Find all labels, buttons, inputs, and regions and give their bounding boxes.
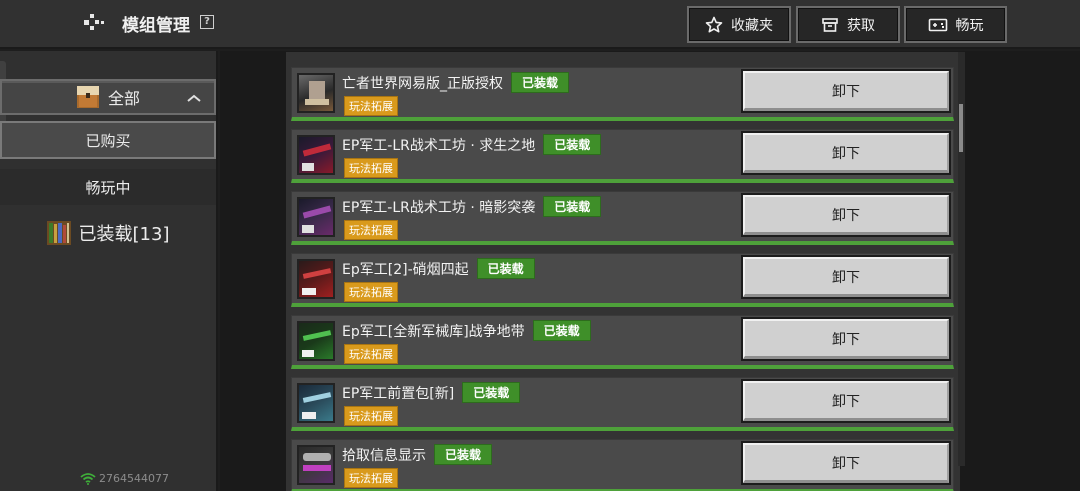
- mod-name: 拾取信息显示: [342, 448, 426, 464]
- sidebar-item-installed[interactable]: 已装载[13]: [0, 216, 216, 250]
- unload-button[interactable]: 卸下: [741, 441, 951, 485]
- scrollbar-thumb[interactable]: [959, 104, 963, 152]
- chest-icon: [76, 86, 99, 108]
- mod-name: Ep军工[2]-硝烟四起: [342, 262, 469, 278]
- wifi-icon: [80, 472, 96, 485]
- mod-card: Ep军工[全新军械库]战争地带 已装载 玩法拓展 卸下: [291, 315, 954, 369]
- unload-button-label: 卸下: [743, 257, 949, 297]
- mod-thumbnail: [297, 259, 335, 299]
- sidebar-item-bought-label: 已购买: [85, 131, 131, 150]
- unload-button[interactable]: 卸下: [741, 69, 951, 113]
- user-id-text: 2764544077: [99, 472, 169, 485]
- unload-button-label: 卸下: [743, 71, 949, 111]
- mod-card: EP军工-LR战术工坊 · 暗影突袭 已装载 玩法拓展 卸下: [291, 191, 954, 245]
- installed-badge: 已装载: [511, 72, 570, 93]
- box-icon: [822, 17, 838, 32]
- sidebar-item-installed-label: 已装载[13]: [78, 224, 170, 245]
- unload-button-label: 卸下: [743, 195, 949, 235]
- unload-button[interactable]: 卸下: [741, 131, 951, 175]
- mod-name: Ep军工[全新军械库]战争地带: [342, 324, 525, 340]
- mod-card: Ep军工[2]-硝烟四起 已装载 玩法拓展 卸下: [291, 253, 954, 307]
- unload-button[interactable]: 卸下: [741, 379, 951, 423]
- unload-button[interactable]: 卸下: [741, 255, 951, 299]
- mod-thumbnail: [297, 73, 335, 113]
- installed-badge: 已装载: [532, 320, 591, 341]
- unload-button-label: 卸下: [743, 319, 949, 359]
- category-tag: 玩法拓展: [344, 468, 398, 488]
- star-icon: [705, 16, 723, 32]
- mod-card: 亡者世界网易版_正版授权 已装载 玩法拓展 卸下: [291, 67, 954, 121]
- unload-button-label: 卸下: [743, 443, 949, 483]
- installed-badge: 已装载: [476, 258, 535, 279]
- mod-card: EP军工前置包[新] 已装载 玩法拓展 卸下: [291, 377, 954, 431]
- sidebar-item-playing[interactable]: 畅玩中: [0, 169, 216, 205]
- category-tag: 玩法拓展: [344, 220, 398, 240]
- sidebar: 全部 已购买 畅玩中 已装载[13] 2764544077: [0, 51, 218, 491]
- sidebar-item-bought[interactable]: 已购买: [0, 121, 216, 159]
- play-button[interactable]: 畅玩: [904, 6, 1007, 43]
- sidebar-item-playing-label: 畅玩中: [85, 178, 131, 197]
- page-title: 模组管理: [122, 16, 190, 36]
- category-tag: 玩法拓展: [344, 406, 398, 426]
- sidebar-item-all-label: 全部: [107, 89, 140, 108]
- category-tag: 玩法拓展: [344, 344, 398, 364]
- unload-button[interactable]: 卸下: [741, 317, 951, 361]
- user-id: 2764544077: [80, 472, 169, 485]
- category-tag: 玩法拓展: [344, 96, 398, 116]
- mod-name: 亡者世界网易版_正版授权: [342, 76, 503, 92]
- top-bar: 模组管理 ? 收藏夹 获取 畅玩: [0, 0, 1080, 49]
- unload-button-label: 卸下: [743, 381, 949, 421]
- mod-card: EP军工-LR战术工坊 · 求生之地 已装载 玩法拓展 卸下: [291, 129, 954, 183]
- mod-thumbnail: [297, 321, 335, 361]
- favorites-label: 收藏夹: [731, 17, 773, 34]
- get-button[interactable]: 获取: [796, 6, 900, 43]
- app-root: 模组管理 ? 收藏夹 获取 畅玩 全部 已购买 畅玩中 已装载[13] 2764…: [0, 0, 1080, 491]
- unload-button-label: 卸下: [743, 133, 949, 173]
- mod-thumbnail: [297, 445, 335, 485]
- gamepad-icon: [928, 18, 947, 31]
- mod-name: EP军工前置包[新]: [342, 386, 455, 402]
- installed-badge: 已装载: [543, 196, 602, 217]
- chevron-up-icon: [187, 94, 201, 102]
- favorites-button[interactable]: 收藏夹: [687, 6, 791, 43]
- installed-badge: 已装载: [543, 134, 602, 155]
- play-label: 畅玩: [955, 17, 984, 34]
- category-tag: 玩法拓展: [344, 158, 398, 178]
- installed-badge: 已装载: [462, 382, 521, 403]
- help-icon[interactable]: ?: [200, 15, 214, 29]
- bookshelf-icon: [46, 221, 71, 245]
- back-arrow-icon[interactable]: [80, 10, 110, 36]
- mod-thumbnail: [297, 383, 335, 423]
- mod-card: 拾取信息显示 已装载 玩法拓展 卸下: [291, 439, 954, 491]
- unload-button[interactable]: 卸下: [741, 193, 951, 237]
- get-label: 获取: [847, 17, 875, 34]
- category-tag: 玩法拓展: [344, 282, 398, 302]
- mod-thumbnail: [297, 135, 335, 175]
- mod-thumbnail: [297, 197, 335, 237]
- mod-name: EP军工-LR战术工坊 · 求生之地: [342, 138, 536, 154]
- mod-name: EP军工-LR战术工坊 · 暗影突袭: [342, 200, 536, 216]
- installed-badge: 已装载: [434, 444, 493, 465]
- sidebar-item-all[interactable]: 全部: [0, 79, 216, 115]
